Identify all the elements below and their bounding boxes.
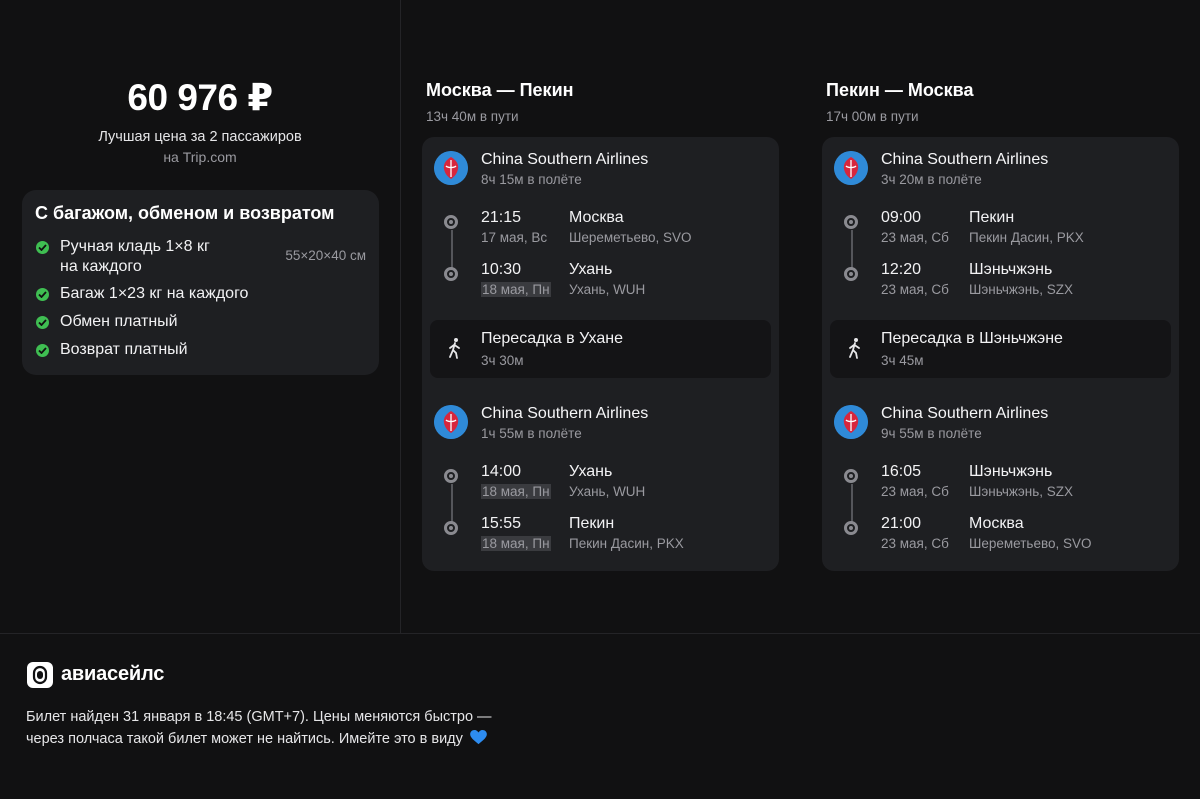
- china-southern-logo-icon: [434, 151, 468, 185]
- check-icon: [36, 241, 49, 254]
- departure-time: 21:15: [481, 209, 522, 226]
- column-divider: [400, 0, 401, 633]
- route-duration: 13ч 40м в пути: [426, 109, 519, 124]
- transfer-duration: 3ч 45м: [881, 353, 924, 368]
- departure-city: Ухань: [569, 463, 613, 480]
- stop-dot-icon: [444, 469, 458, 483]
- departure-city: Пекин: [969, 209, 1015, 226]
- feature-label: Ручная кладь 1×8 кг: [60, 238, 210, 255]
- arrival-time: 15:55: [481, 515, 522, 532]
- segment-connector: [851, 230, 853, 268]
- departure-city: Москва: [569, 209, 624, 226]
- tariff-card[interactable]: С багажом, обменом и возвратом Ручная кл…: [22, 190, 379, 375]
- route-card[interactable]: China Southern Airlines 3ч 20м в полёте …: [822, 137, 1179, 571]
- departure-date: 23 мая, Сб: [881, 230, 949, 245]
- arrival-city: Ухань: [569, 261, 613, 278]
- route-card[interactable]: China Southern Airlines 8ч 15м в полёте …: [422, 137, 779, 571]
- segment-connector: [851, 484, 853, 522]
- route-outbound: Москва — Пекин 13ч 40м в пути China Sout…: [422, 80, 784, 571]
- departure-time: 09:00: [881, 209, 922, 226]
- stop-dot-icon: [844, 469, 858, 483]
- flight-duration: 9ч 55м в полёте: [881, 426, 982, 441]
- segment-connector: [451, 484, 453, 522]
- departure-airport: Пекин Дасин, PKX: [969, 230, 1084, 245]
- arrival-date: 18 мая, Пн: [481, 536, 551, 551]
- arrival-airport: Шэньчжэнь, SZX: [969, 282, 1074, 297]
- ticket-found-note: Билет найден 31 января в 18:45 (GMT+7). …: [26, 709, 492, 725]
- blue-heart-icon: [470, 730, 487, 745]
- china-southern-logo-icon: [434, 405, 468, 439]
- arrival-date: 18 мая, Пн: [481, 282, 551, 297]
- feature-label: Возврат платный: [60, 341, 188, 358]
- airline-name: China Southern Airlines: [481, 405, 649, 422]
- feature-label-continued: на каждого: [60, 258, 142, 275]
- route-duration: 17ч 00м в пути: [826, 109, 919, 124]
- stop-dot-icon: [444, 267, 458, 281]
- arrival-airport: Пекин Дасин, PKX: [569, 536, 684, 551]
- arrival-city: Шэньчжэнь: [969, 261, 1053, 278]
- offer-source[interactable]: на Trip.com: [0, 148, 400, 166]
- stop-dot-icon: [444, 521, 458, 535]
- flight-duration: 8ч 15м в полёте: [481, 172, 582, 187]
- departure-date: 18 мая, Пн: [481, 484, 551, 499]
- stop-dot-icon: [844, 267, 858, 281]
- arrival-time: 12:20: [881, 261, 922, 278]
- airline-name: China Southern Airlines: [481, 151, 649, 168]
- route-return: Пекин — Москва 17ч 00м в пути China Sout…: [822, 80, 1184, 571]
- airline-name: China Southern Airlines: [881, 405, 1049, 422]
- arrival-airport: Ухань, WUH: [569, 282, 646, 297]
- departure-time: 14:00: [481, 463, 522, 480]
- ticket-found-note-text: через полчаса такой билет может не найти…: [26, 731, 463, 747]
- departure-airport: Шереметьево, SVO: [569, 230, 692, 245]
- price-caption: Лучшая цена за 2 пассажиров: [98, 129, 302, 145]
- china-southern-logo-icon: [834, 405, 868, 439]
- ticket-found-note-continued: через полчаса такой билет может не найти…: [26, 730, 487, 747]
- departure-time: 16:05: [881, 463, 922, 480]
- check-icon: [36, 316, 49, 329]
- departure-date: 17 мая, Вс: [481, 230, 548, 245]
- arrival-airport: Шереметьево, SVO: [969, 536, 1092, 551]
- walking-person-icon: [449, 338, 460, 359]
- stop-dot-icon: [444, 215, 458, 229]
- route-title: Москва — Пекин: [426, 80, 574, 100]
- check-icon: [36, 344, 49, 357]
- stop-dot-icon: [844, 215, 858, 229]
- transfer-title: Пересадка в Ухане: [481, 330, 623, 347]
- stop-dot-icon: [844, 521, 858, 535]
- route-title: Пекин — Москва: [826, 80, 974, 100]
- arrival-date: 23 мая, Сб: [881, 282, 949, 297]
- transfer-title: Пересадка в Шэньчжэне: [881, 330, 1063, 347]
- feature-label: Обмен платный: [60, 313, 178, 330]
- arrival-time: 10:30: [481, 261, 522, 278]
- departure-date: 23 мая, Сб: [881, 484, 949, 499]
- transfer-block: Пересадка в Ухане 3ч 30м: [430, 320, 771, 378]
- china-southern-logo-icon: [834, 151, 868, 185]
- departure-airport: Ухань, WUH: [569, 484, 646, 499]
- check-icon: [36, 288, 49, 301]
- flight-duration: 1ч 55м в полёте: [481, 426, 582, 441]
- tariff-title: С багажом, обменом и возвратом: [35, 203, 335, 223]
- arrival-time: 21:00: [881, 515, 922, 532]
- flight-duration: 3ч 20м в полёте: [881, 172, 982, 187]
- airline-name: China Southern Airlines: [881, 151, 1049, 168]
- segment-connector: [451, 230, 453, 268]
- arrival-city: Пекин: [569, 515, 615, 532]
- footer-divider: [0, 633, 1200, 634]
- aviasales-logo-icon: [27, 662, 53, 688]
- hand-luggage-dimensions: 55×20×40 см: [285, 248, 366, 263]
- total-price: 60 976 ₽: [127, 77, 273, 118]
- departure-airport: Шэньчжэнь, SZX: [969, 484, 1074, 499]
- transfer-block: Пересадка в Шэньчжэне 3ч 45м: [830, 320, 1171, 378]
- arrival-date: 23 мая, Сб: [881, 536, 949, 551]
- brand-name: авиасейлс: [61, 663, 165, 685]
- feature-label: Багаж 1×23 кг на каждого: [60, 285, 249, 302]
- transfer-duration: 3ч 30м: [481, 353, 524, 368]
- arrival-city: Москва: [969, 515, 1024, 532]
- walking-person-icon: [849, 338, 860, 359]
- departure-city: Шэньчжэнь: [969, 463, 1053, 480]
